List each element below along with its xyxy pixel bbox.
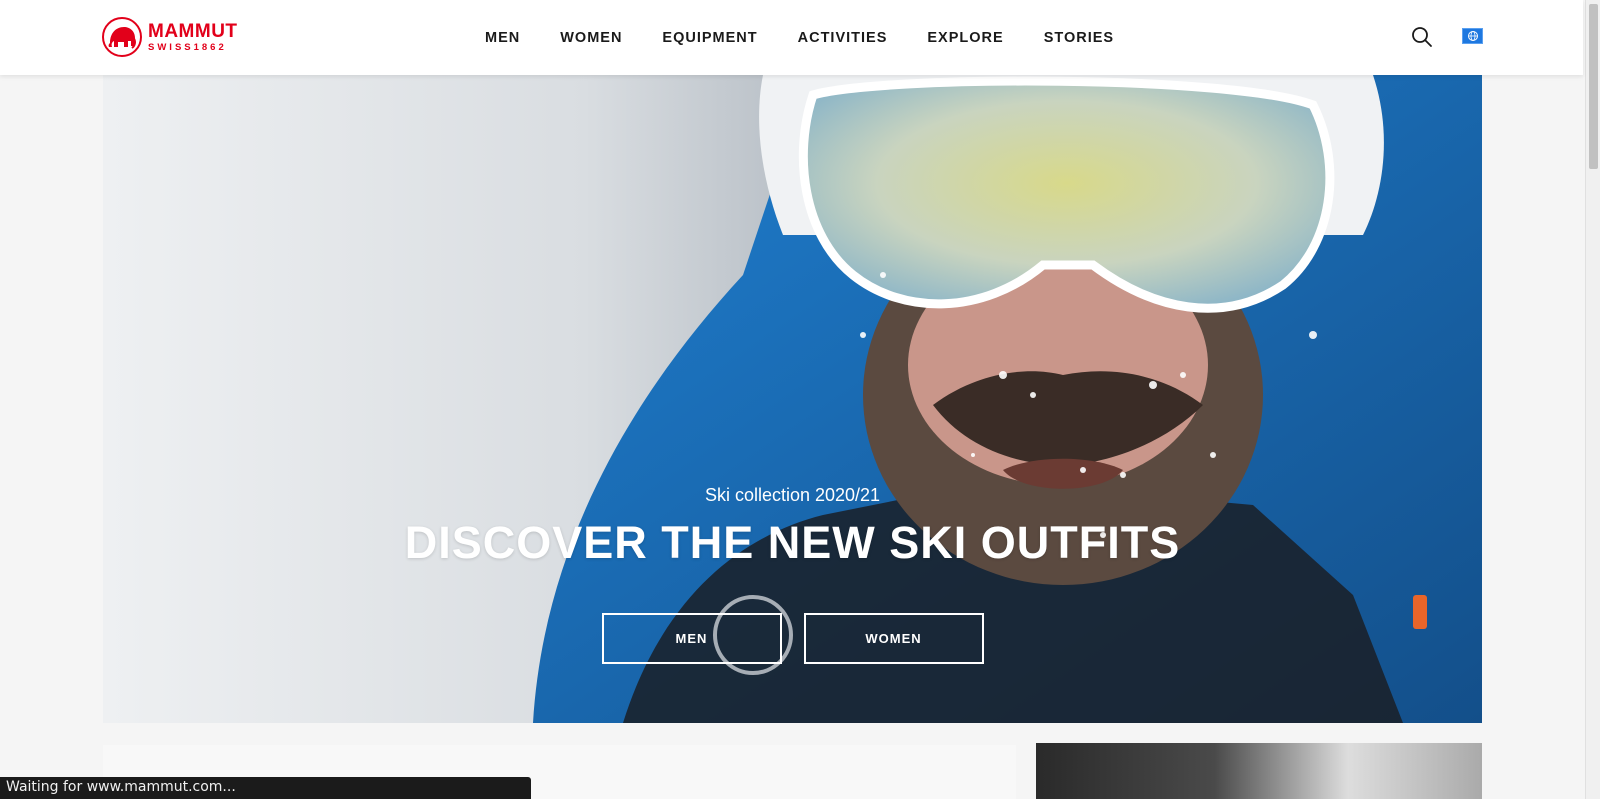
- mammoth-logo-icon: [102, 17, 142, 57]
- search-button[interactable]: [1410, 25, 1434, 49]
- logo-text: MAMMUT SWISS1862: [148, 22, 238, 53]
- nav-item-men[interactable]: MEN: [485, 30, 520, 46]
- globe-flag-icon: [1467, 31, 1478, 41]
- nav-item-explore[interactable]: EXPLORE: [927, 30, 1003, 46]
- browser-status-bar: Waiting for www.mammut.com...: [0, 777, 531, 799]
- main-nav: MEN WOMEN EQUIPMENT ACTIVITIES EXPLORE S…: [465, 0, 1134, 75]
- hero-banner[interactable]: Ski collection 2020/21 DISCOVER THE NEW …: [103, 75, 1482, 723]
- hero-title: DISCOVER THE NEW SKI OUTFITS: [404, 517, 1181, 568]
- nav-item-stories[interactable]: STORIES: [1044, 30, 1114, 46]
- page-scrollbar[interactable]: [1585, 0, 1600, 799]
- scrollbar-thumb[interactable]: [1589, 4, 1598, 169]
- nav-item-women[interactable]: WOMEN: [560, 30, 622, 46]
- promo-card-right-image[interactable]: [1036, 743, 1482, 799]
- site-header: MAMMUT SWISS1862 MEN WOMEN EQUIPMENT ACT…: [0, 0, 1583, 75]
- hero-buttons: MEN WOMEN: [103, 613, 1482, 664]
- nav-item-activities[interactable]: ACTIVITIES: [798, 30, 888, 46]
- nav-item-equipment[interactable]: EQUIPMENT: [662, 30, 757, 46]
- search-icon: [1412, 27, 1432, 47]
- hero-women-button[interactable]: WOMEN: [803, 613, 984, 664]
- logo-subline: SWISS1862: [148, 41, 227, 53]
- country-selector[interactable]: [1462, 28, 1483, 44]
- hero-subtitle: Ski collection 2020/21: [704, 485, 881, 505]
- hero-men-button[interactable]: MEN: [601, 613, 782, 664]
- logo-word: MAMMUT: [148, 20, 238, 42]
- mammut-logo[interactable]: MAMMUT SWISS1862: [102, 16, 247, 58]
